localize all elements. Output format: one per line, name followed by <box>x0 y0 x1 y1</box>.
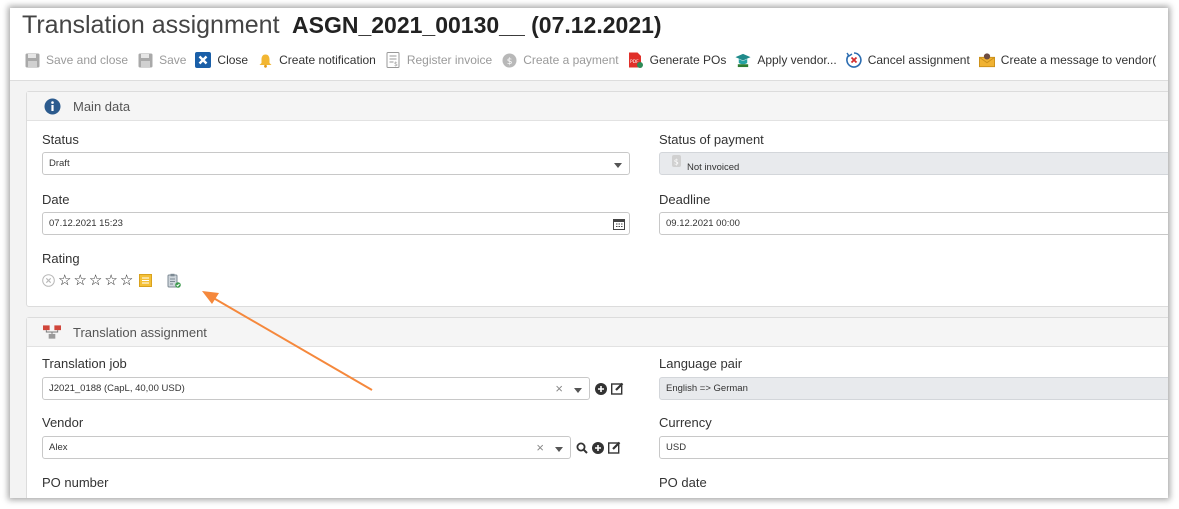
edit-icon[interactable] <box>608 441 621 454</box>
star-icon[interactable]: ☆ <box>104 273 117 288</box>
translation-job-actions <box>595 382 624 395</box>
rating-stars[interactable]: ☆ ☆ ☆ ☆ ☆ <box>42 273 182 288</box>
search-icon[interactable] <box>576 442 588 454</box>
create-message-button[interactable]: Create a message to vendor( <box>978 52 1156 68</box>
save-button[interactable]: Save <box>137 52 186 68</box>
create-notification-button[interactable]: Create notification <box>257 52 376 68</box>
content-area: Main data Status Draft Status of payment… <box>10 80 1168 498</box>
save-and-close-button[interactable]: Save and close <box>24 52 128 68</box>
currency-label: Currency <box>659 415 712 430</box>
calendar-icon[interactable] <box>613 218 625 230</box>
cancel-assignment-button[interactable]: Cancel assignment <box>845 52 970 68</box>
envelope-icon <box>978 52 995 68</box>
status-of-payment-field: $ Not invoiced <box>659 152 1168 175</box>
info-icon <box>43 97 61 115</box>
cancel-icon <box>845 52 862 68</box>
star-icon[interactable]: ☆ <box>73 273 86 288</box>
coin-icon: $ <box>501 52 517 68</box>
po-date-label: PO date <box>659 475 707 490</box>
deadline-label: Deadline <box>659 192 711 207</box>
clear-rating-icon[interactable] <box>42 274 55 287</box>
star-icon[interactable]: ☆ <box>120 273 133 288</box>
clear-icon[interactable]: × <box>536 440 544 455</box>
chevron-down-icon <box>614 163 622 168</box>
status-label: Status <box>42 132 79 147</box>
vendor-label: Vendor <box>42 415 84 430</box>
generate-pos-button[interactable]: PDF Generate POs <box>628 52 726 68</box>
title-code: ASGN_2021_00130__ (07.12.2021) <box>292 12 662 38</box>
close-button[interactable]: Close <box>195 52 248 68</box>
translation-assignment-panel: Translation assignment Translation job J… <box>26 317 1168 498</box>
app-window: Translation assignment ASGN_2021_00130__… <box>10 8 1168 498</box>
apply-vendor-button[interactable]: Apply vendor... <box>735 52 837 68</box>
svg-text:$: $ <box>507 57 513 67</box>
close-icon <box>195 52 212 68</box>
note-icon[interactable] <box>139 274 153 287</box>
bell-icon <box>257 52 273 68</box>
status-value: Draft <box>49 158 70 169</box>
chevron-down-icon[interactable] <box>574 388 582 393</box>
main-data-header[interactable]: Main data <box>27 92 1168 121</box>
toolbar: Save and close Save Close Create notific… <box>24 49 1165 71</box>
language-pair-value: English => German <box>666 383 748 394</box>
vendor-value: Alex <box>49 442 68 453</box>
deadline-input[interactable]: 09.12.2021 00:00 <box>659 212 1168 235</box>
vendor-select[interactable]: Alex × <box>42 436 571 459</box>
edit-icon[interactable] <box>611 382 624 395</box>
star-icon[interactable]: ☆ <box>89 273 102 288</box>
date-label: Date <box>42 192 70 207</box>
title-label: Translation assignment <box>22 11 280 39</box>
vendor-actions <box>576 441 621 454</box>
pdf-icon: PDF <box>628 52 644 68</box>
translation-assignment-header[interactable]: Translation assignment <box>27 318 1168 347</box>
date-input[interactable]: 07.12.2021 15:23 <box>42 212 630 235</box>
date-value: 07.12.2021 15:23 <box>49 218 123 229</box>
language-pair-field: English => German <box>659 377 1168 400</box>
language-pair-label: Language pair <box>659 356 743 371</box>
svg-text:$: $ <box>394 61 398 68</box>
translation-job-value: J2021_0188 (CapL, 40,00 USD) <box>49 383 185 394</box>
translation-job-select[interactable]: J2021_0188 (CapL, 40,00 USD) × <box>42 377 590 400</box>
main-data-panel: Main data Status Draft Status of payment… <box>26 91 1168 307</box>
hierarchy-icon <box>43 323 61 341</box>
chevron-down-icon[interactable] <box>555 447 563 452</box>
currency-value: USD <box>666 442 687 453</box>
invoice-icon: $ <box>385 52 401 68</box>
status-of-payment-value: Not invoiced <box>687 162 740 173</box>
deadline-value: 09.12.2021 00:00 <box>666 218 740 229</box>
create-payment-button[interactable]: $ Create a payment <box>501 52 619 68</box>
status-select[interactable]: Draft <box>42 152 630 175</box>
clipboard-check-icon[interactable] <box>167 273 182 288</box>
svg-text:$: $ <box>674 157 679 166</box>
po-number-label: PO number <box>42 475 109 490</box>
graduation-cap-icon <box>735 52 751 68</box>
page-title: Translation assignment ASGN_2021_00130__… <box>22 11 662 45</box>
floppy-icon <box>24 52 40 68</box>
floppy-icon <box>137 52 153 68</box>
clear-icon[interactable]: × <box>555 381 563 396</box>
add-icon[interactable] <box>595 382 607 395</box>
translation-job-label: Translation job <box>42 356 127 371</box>
star-icon[interactable]: ☆ <box>58 273 71 288</box>
dollar-icon: $ <box>672 154 681 167</box>
rating-label: Rating <box>42 251 80 266</box>
add-icon[interactable] <box>592 441 604 454</box>
currency-input[interactable]: USD <box>659 436 1168 459</box>
register-invoice-button[interactable]: $ Register invoice <box>385 52 492 68</box>
status-of-payment-label: Status of payment <box>659 132 764 147</box>
